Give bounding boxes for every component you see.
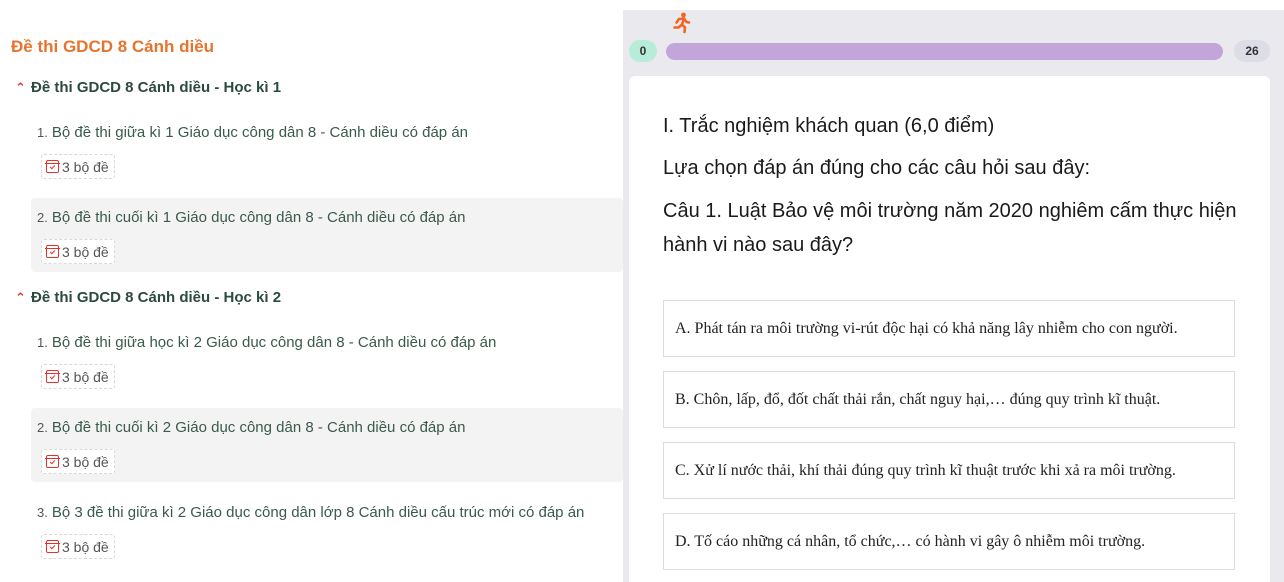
item-link[interactable]: 2. Bộ đề thi cuối kì 2 Giáo dục công dân … [37, 419, 465, 436]
quiz-panel: 0 26 I. Trắc nghiệm khách quan (6,0 điểm… [623, 10, 1284, 582]
set-count-badge: 3 bộ đề [41, 449, 115, 474]
item-link[interactable]: 2. Bộ đề thi cuối kì 1 Giáo dục công dân … [37, 209, 465, 226]
progress-bar-fill [666, 43, 1223, 60]
list-item[interactable]: 1. Bộ đề thi giữa học kì 2 Giáo dục công … [31, 323, 623, 397]
page-title: Đề thi GDCD 8 Cánh diều [11, 37, 215, 56]
answer-option-c[interactable]: C. Xử lí nước thải, khí thải đúng quy tr… [663, 442, 1235, 499]
list-item[interactable]: 3. Bộ 3 đề thi giữa kì 2 Giáo dục công dâ… [31, 493, 623, 567]
progress-start-count: 0 [629, 40, 657, 62]
list-item[interactable]: 2. Bộ đề thi cuối kì 1 Giáo dục công dân … [31, 198, 623, 272]
section-heading: I. Trắc nghiệm khách quan (6,0 điểm) [663, 115, 995, 137]
section-title: Đề thi GDCD 8 Cánh diều - Học kì 1 [31, 79, 282, 96]
answer-option-a[interactable]: A. Phát tán ra môi trường vi-rút độc hại… [663, 300, 1235, 357]
calendar-check-icon [45, 455, 60, 468]
section-header-hk1[interactable]: ⌃ Đề thi GDCD 8 Cánh diều - Học kì 1 [15, 79, 281, 96]
quiz-progress: 0 26 [629, 40, 1277, 62]
calendar-check-icon [45, 160, 60, 173]
set-count-badge: 3 bộ đề [41, 239, 115, 264]
answer-option-d[interactable]: D. Tố cáo những cá nhân, tổ chức,… có hà… [663, 513, 1235, 570]
question-text: Câu 1. Luật Bảo vệ môi trường năm 2020 n… [663, 200, 1237, 256]
chevron-up-icon: ⌃ [15, 79, 26, 95]
calendar-check-icon [45, 370, 60, 383]
progress-bar [666, 43, 1223, 60]
set-count-badge: 3 bộ đề [41, 154, 115, 179]
question-card: I. Trắc nghiệm khách quan (6,0 điểm) Lựa… [629, 76, 1270, 582]
chevron-up-icon: ⌃ [15, 289, 26, 305]
calendar-check-icon [45, 245, 60, 258]
progress-total-count: 26 [1234, 40, 1270, 62]
list-item[interactable]: 2. Bộ đề thi cuối kì 2 Giáo dục công dân … [31, 408, 623, 482]
set-count-badge: 3 bộ đề [41, 364, 115, 389]
item-link[interactable]: 3. Bộ 3 đề thi giữa kì 2 Giáo dục công dâ… [37, 504, 584, 521]
calendar-check-icon [45, 540, 60, 553]
running-person-icon [671, 12, 691, 38]
section-title: Đề thi GDCD 8 Cánh diều - Học kì 2 [31, 289, 282, 306]
instruction-text: Lựa chọn đáp án đúng cho các câu hỏi sau… [663, 157, 1091, 179]
item-link[interactable]: 1. Bộ đề thi giữa học kì 2 Giáo dục công … [37, 334, 496, 351]
exam-list-panel: Đề thi GDCD 8 Cánh diều ⌃ Đề thi GDCD 8 … [0, 0, 623, 582]
list-item[interactable]: 1. Bộ đề thi giữa kì 1 Giáo dục công dân … [31, 113, 623, 187]
set-count-badge: 3 bộ đề [41, 534, 115, 559]
item-link[interactable]: 1. Bộ đề thi giữa kì 1 Giáo dục công dân … [37, 124, 468, 141]
section-header-hk2[interactable]: ⌃ Đề thi GDCD 8 Cánh diều - Học kì 2 [15, 289, 281, 306]
answer-option-b[interactable]: B. Chôn, lấp, đổ, đốt chất thải rắn, chấ… [663, 371, 1235, 428]
